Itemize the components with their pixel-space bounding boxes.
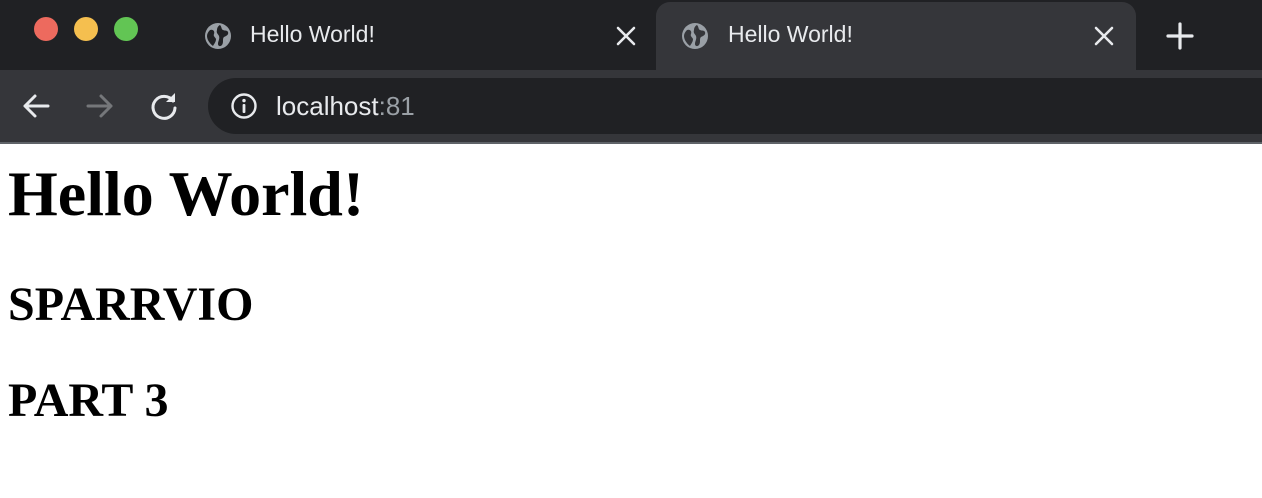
url-text[interactable]: localhost:81 [276, 91, 415, 122]
url-port: :81 [378, 91, 415, 121]
toolbar: localhost:81 [0, 70, 1262, 142]
url-host: localhost [276, 91, 379, 121]
globe-icon [204, 22, 232, 50]
tab-active[interactable]: Hello World! [656, 2, 1136, 70]
close-icon[interactable] [614, 24, 638, 48]
page-heading: Hello World! [8, 158, 365, 229]
tab-title: Hello World! [728, 21, 853, 47]
page-subheading-part: PART 3 [8, 374, 169, 427]
close-icon[interactable] [1092, 24, 1116, 48]
window-close-button[interactable] [34, 17, 58, 41]
page-subheading-sparrvio: SPARRVIO [8, 278, 254, 331]
window-minimize-button[interactable] [74, 17, 98, 41]
page-content: Hello World! SPARRVIO PART 3 [0, 144, 1262, 498]
reload-icon[interactable] [148, 90, 180, 122]
browser-window: Hello World! Hello World! localhost:81 H… [0, 0, 1262, 498]
new-tab-plus-icon[interactable] [1164, 20, 1196, 52]
forward-arrow-icon[interactable] [84, 90, 116, 122]
window-maximize-button[interactable] [114, 17, 138, 41]
address-bar[interactable]: localhost:81 [208, 78, 1262, 134]
tab-strip: Hello World! Hello World! [0, 0, 1262, 70]
globe-icon [681, 22, 709, 50]
tab-inactive[interactable]: Hello World! [180, 2, 654, 70]
tab-title: Hello World! [250, 21, 375, 47]
back-arrow-icon[interactable] [20, 90, 52, 122]
info-icon[interactable] [230, 92, 258, 120]
